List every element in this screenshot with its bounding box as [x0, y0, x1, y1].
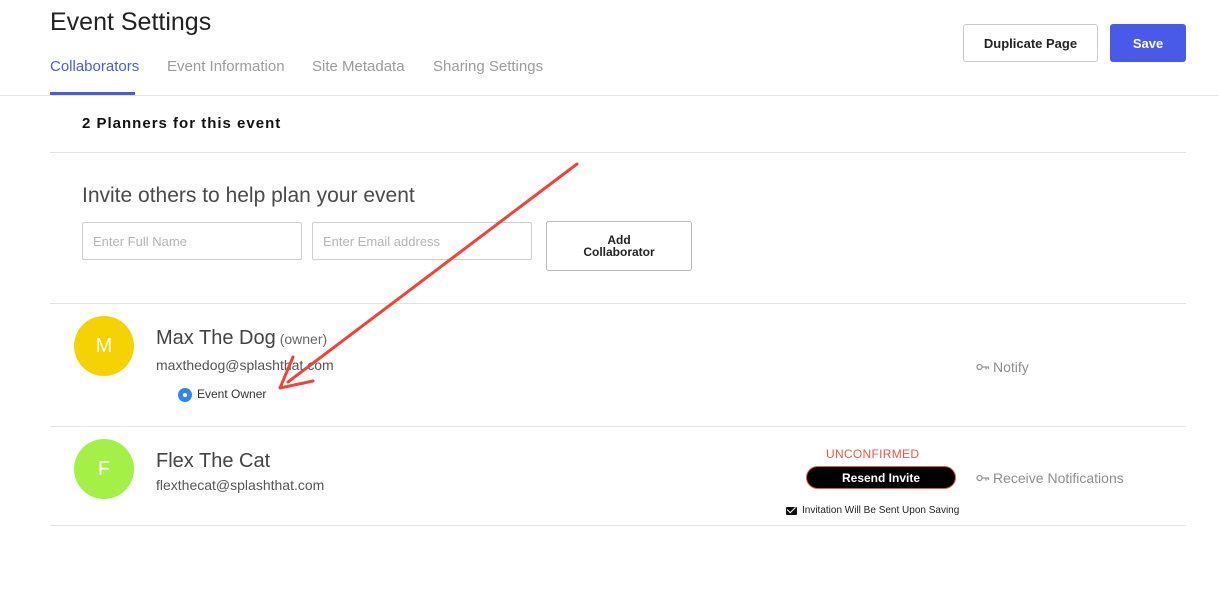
tab-event-information[interactable]: Event Information	[167, 58, 285, 75]
notify-link[interactable]: Notify	[976, 359, 1029, 375]
avatar-initial: F	[97, 457, 111, 480]
full-name-input[interactable]	[82, 222, 302, 260]
resend-invite-button[interactable]: Resend Invite	[806, 466, 956, 489]
collaborator-email: maxthedog@splashthat.com	[156, 357, 334, 373]
key-icon	[976, 474, 990, 482]
tab-sharing-settings[interactable]: Sharing Settings	[433, 58, 543, 75]
annotation-arrow	[278, 162, 579, 390]
add-collaborator-button[interactable]: Add Collaborator	[546, 221, 692, 271]
avatar-initial: M	[95, 334, 113, 357]
row-divider	[50, 525, 1186, 526]
collaborator-name: Max The Dog (owner)	[156, 327, 327, 350]
tab-site-metadata[interactable]: Site Metadata	[312, 58, 405, 75]
receive-notifications-label: Receive Notifications	[993, 470, 1124, 486]
duplicate-page-button[interactable]: Duplicate Page	[963, 24, 1098, 62]
notify-label: Notify	[993, 359, 1029, 375]
page-title: Event Settings	[50, 8, 212, 36]
section-divider	[50, 303, 1186, 304]
collaborator-name: Flex The Cat	[156, 450, 271, 472]
collaborator-name-text: Max The Dog	[156, 327, 276, 349]
email-input[interactable]	[312, 222, 532, 260]
invitation-note: Invitation Will Be Sent Upon Saving	[786, 505, 959, 516]
header-divider	[0, 95, 1219, 96]
owner-tag: (owner)	[279, 331, 328, 347]
planners-count-heading: 2 Planners for this event	[82, 115, 282, 132]
invitation-note-text: Invitation Will Be Sent Upon Saving	[802, 505, 960, 516]
row-divider	[50, 426, 1186, 427]
invite-heading: Invite others to help plan your event	[82, 184, 415, 207]
event-owner-radio[interactable]	[178, 388, 192, 402]
avatar: M	[74, 316, 134, 376]
role-label: Event Owner	[197, 387, 267, 401]
tab-collaborators[interactable]: Collaborators	[50, 58, 139, 75]
status-badge: UNCONFIRMED	[826, 447, 920, 461]
collaborator-email: flexthecat@splashthat.com	[156, 477, 325, 493]
save-button[interactable]: Save	[1110, 24, 1186, 62]
envelope-icon	[786, 506, 797, 515]
receive-notifications-link[interactable]: Receive Notifications	[976, 470, 1124, 486]
section-divider	[50, 152, 1186, 153]
avatar: F	[74, 439, 134, 499]
key-icon	[976, 363, 990, 371]
